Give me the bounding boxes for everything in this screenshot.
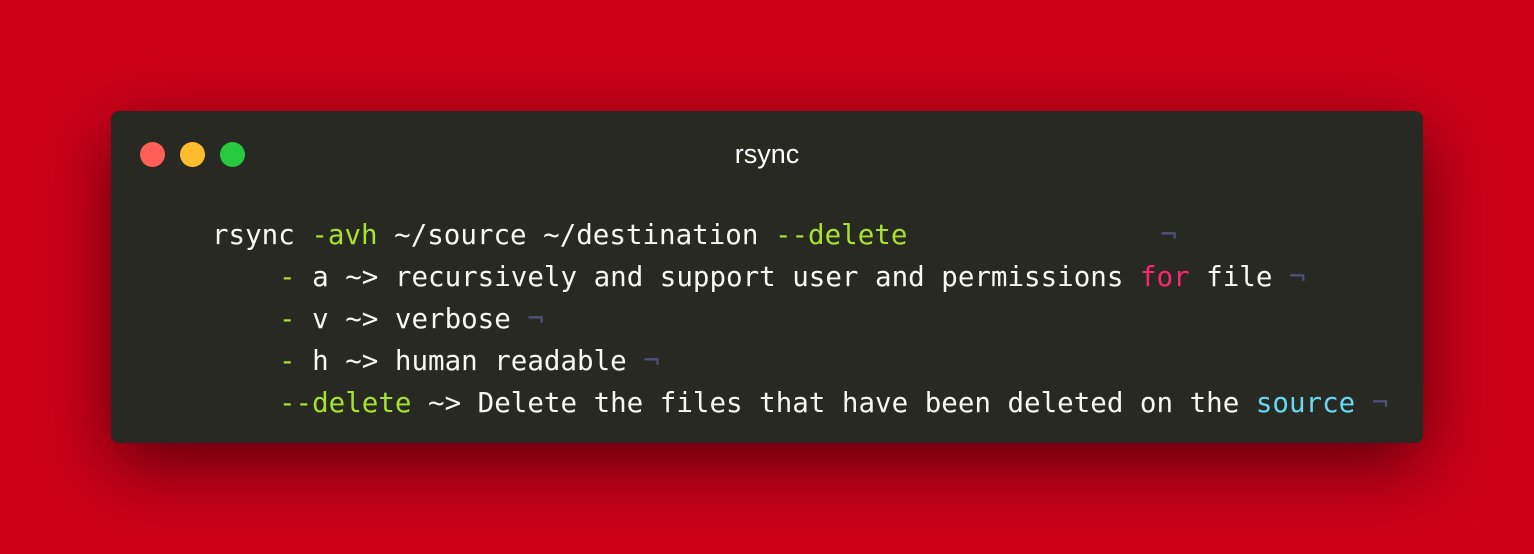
code-line: - h ~> human readable ¬: [212, 340, 1388, 382]
code-block: rsync -avh ~/source ~/destination --dele…: [212, 214, 1388, 424]
code-line: - a ~> recursively and support user and …: [212, 256, 1388, 298]
window-title: rsync: [734, 139, 800, 169]
window-titlebar: rsync: [111, 111, 1423, 197]
line-end-marker: ¬: [1288, 261, 1306, 293]
code-token-flag: -: [279, 345, 296, 377]
code-token-keyword: for: [1139, 261, 1190, 293]
code-line: - v ~> verbose ¬: [212, 298, 1388, 340]
code-token-text: h ~> human readable: [295, 345, 644, 377]
code-token-text: ~/source ~/destination: [377, 219, 775, 251]
code-token-flag: -avh: [311, 219, 378, 251]
line-end-marker: ¬: [527, 303, 544, 335]
line-end-marker: ¬: [1160, 219, 1177, 251]
code-token-builtin: source: [1255, 387, 1356, 419]
code-token-flag: -: [279, 303, 296, 335]
code-token-text: file: [1189, 261, 1289, 293]
code-token-text: v ~> verbose: [295, 303, 528, 335]
code-token-flag: --delete: [774, 219, 908, 251]
code-line: --delete ~> Delete the files that have b…: [212, 382, 1388, 424]
code-token-text: a ~> recursively and support user and pe…: [295, 261, 1140, 293]
editor-window: rsync rsync -avh ~/source ~/destination …: [111, 111, 1423, 443]
line-end-marker: ¬: [643, 345, 660, 377]
code-token-flag: --delete: [279, 387, 412, 419]
line-end-marker: ¬: [1371, 387, 1389, 419]
code-token-text: rsync: [212, 219, 312, 251]
code-token-flag: -: [279, 261, 296, 293]
code-line: rsync -avh ~/source ~/destination --dele…: [212, 214, 1388, 256]
code-token-text: ~> Delete the files that have been delet…: [411, 387, 1256, 419]
